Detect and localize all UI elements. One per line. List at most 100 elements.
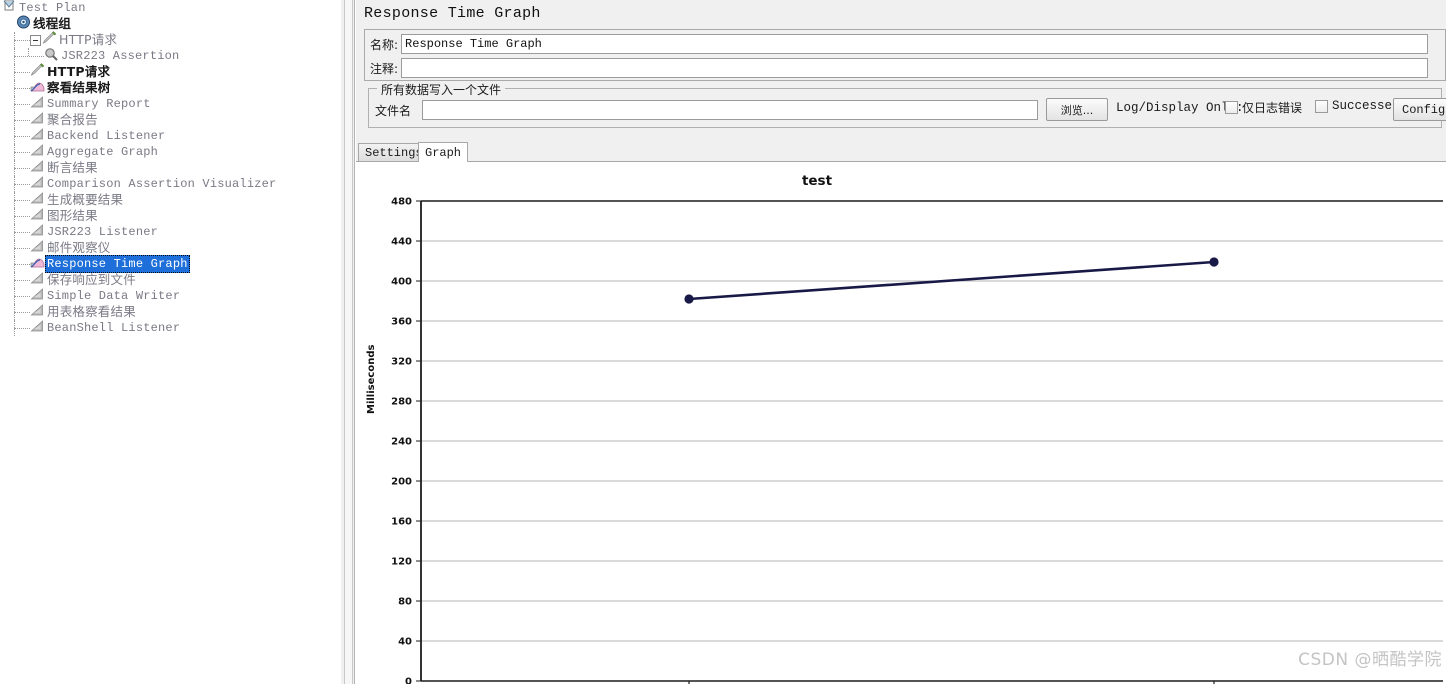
svg-text:480: 480 xyxy=(391,197,412,208)
tree-node-label: JSR223 Assertion xyxy=(61,49,180,63)
tree-indent xyxy=(0,240,30,256)
tree-indent xyxy=(0,64,30,80)
comment-row: 注释: xyxy=(365,56,1445,80)
successes-checkbox[interactable]: Successes xyxy=(1315,99,1400,113)
tree-node-label: Response Time Graph xyxy=(45,255,190,273)
checkbox-box-icon[interactable] xyxy=(1315,99,1328,113)
tree-node[interactable]: 聚合报告 xyxy=(0,111,340,128)
tree-indent xyxy=(0,80,30,96)
tree-node[interactable]: 图形结果 xyxy=(0,207,340,224)
tree-node[interactable]: 察看结果树 xyxy=(0,80,340,96)
filename-label: 文件名 xyxy=(375,104,412,118)
tree-indent xyxy=(0,272,30,288)
tree-node-label: BeanShell Listener xyxy=(47,321,181,335)
svg-text:200: 200 xyxy=(391,477,412,488)
svg-text:320: 320 xyxy=(391,357,412,368)
tree-node[interactable]: Backend Listener xyxy=(0,127,340,144)
tree-indent xyxy=(0,288,30,304)
tree-node[interactable]: 邮件观察仪 xyxy=(0,239,340,256)
comment-label: 注释: xyxy=(370,61,399,76)
tree-indent xyxy=(0,96,30,112)
filename-input[interactable] xyxy=(422,100,1038,120)
tree-node[interactable]: Simple Data Writer xyxy=(0,287,340,304)
tree-scrollbar-track[interactable] xyxy=(344,0,353,684)
tree-indent xyxy=(0,256,30,272)
test-plan-tree[interactable]: Test Plan 线程组 HTTP请求 JSR223 Assertion HTTP请求… xyxy=(0,0,340,684)
tree-node-label: 图形结果 xyxy=(47,208,98,223)
tree-node[interactable]: JSR223 Assertion xyxy=(0,47,340,66)
tab-graph[interactable]: Graph xyxy=(418,142,469,162)
tree-node-label: HTTP请求 xyxy=(59,32,118,47)
page-title: Response Time Graph xyxy=(364,5,541,22)
tree-node[interactable]: HTTP请求 xyxy=(0,62,340,80)
name-label: 名称: xyxy=(370,37,399,52)
tree-node-label: JSR223 Listener xyxy=(47,225,159,239)
tree-node-label: Comparison Assertion Visualizer xyxy=(47,177,277,191)
tree-node-label: 邮件观察仪 xyxy=(47,240,111,255)
successes-label: Successes xyxy=(1332,99,1400,113)
tree-indent xyxy=(0,176,30,192)
configure-button[interactable]: Configur xyxy=(1393,98,1446,121)
tree-node[interactable]: Test Plan xyxy=(0,0,340,16)
tab-bar: Settings Graph xyxy=(358,142,1446,162)
tree-node-label: 用表格察看结果 xyxy=(47,304,136,319)
tree-node[interactable]: 断言结果 xyxy=(0,159,340,176)
tree-node-label: 保存响应到文件 xyxy=(47,272,136,287)
comment-input[interactable] xyxy=(401,58,1429,78)
tree-node-label: 聚合报告 xyxy=(47,112,98,127)
name-comment-block: 名称: Response Time Graph 注释: xyxy=(364,29,1446,81)
panel-divider[interactable] xyxy=(340,0,355,684)
tree-indent xyxy=(0,192,30,208)
tree-node-label: Summary Report xyxy=(47,97,151,111)
tree-node[interactable]: 用表格察看结果 xyxy=(0,303,340,320)
svg-text:120: 120 xyxy=(391,557,412,568)
csdn-watermark: CSDN @晒酷学院 xyxy=(1298,650,1442,670)
browse-button[interactable]: 浏览... xyxy=(1046,98,1108,121)
tree-node-label: 察看结果树 xyxy=(47,80,111,95)
thread-group-icon xyxy=(16,15,31,34)
test-plan-icon xyxy=(2,0,17,18)
tree-indent xyxy=(0,128,30,144)
svg-text:40: 40 xyxy=(398,637,412,648)
tree-indent xyxy=(0,32,30,48)
errors-only-checkbox[interactable]: 仅日志错误 xyxy=(1225,99,1302,116)
svg-text:400: 400 xyxy=(391,277,412,288)
tree-expander-icon[interactable] xyxy=(30,34,41,46)
chart-plot: 0 40 80 120 160 200 240 280 320 360 400 440 480 xyxy=(391,197,1443,684)
tree-indent xyxy=(0,160,30,176)
tree-indent xyxy=(0,224,30,240)
tree-indent xyxy=(0,320,30,336)
svg-text:160: 160 xyxy=(391,517,412,528)
tree-indent xyxy=(0,112,30,128)
tree-node-label: Aggregate Graph xyxy=(47,145,159,159)
tree-indent xyxy=(0,208,30,224)
svg-text:280: 280 xyxy=(391,397,412,408)
write-all-data-group: 所有数据写入一个文件 文件名 浏览... Log/Display Only: 仅… xyxy=(368,81,1446,128)
svg-text:440: 440 xyxy=(391,237,412,248)
tree-node-label: 断言结果 xyxy=(47,160,98,175)
svg-text:0: 0 xyxy=(405,677,412,684)
svg-text:360: 360 xyxy=(391,317,412,328)
tree-node-label: HTTP请求 xyxy=(47,64,111,79)
tree-node[interactable]: BeanShell Listener xyxy=(0,319,340,336)
svg-text:80: 80 xyxy=(398,597,412,608)
tree-node[interactable]: JSR223 Listener xyxy=(0,223,340,240)
errors-only-label: 仅日志错误 xyxy=(1242,101,1303,115)
name-row: 名称: Response Time Graph xyxy=(365,32,1445,56)
tree-indent xyxy=(0,144,30,160)
tree-node[interactable]: Summary Report xyxy=(0,95,340,112)
tree-node[interactable]: Response Time Graph xyxy=(0,255,340,273)
assertion-icon xyxy=(44,47,59,66)
jmeter-window: Test Plan 线程组 HTTP请求 JSR223 Assertion HTTP请求… xyxy=(0,0,1446,684)
tree-node[interactable]: Aggregate Graph xyxy=(0,143,340,160)
name-input[interactable]: Response Time Graph xyxy=(401,34,1429,54)
svg-text:240: 240 xyxy=(391,437,412,448)
tree-node-label: Backend Listener xyxy=(47,129,166,143)
tree-node[interactable]: Comparison Assertion Visualizer xyxy=(0,175,340,192)
tree-node[interactable]: 生成概要结果 xyxy=(0,191,340,208)
checkbox-box-icon[interactable] xyxy=(1225,101,1238,114)
tree-node-label: Simple Data Writer xyxy=(47,289,181,303)
tree-node[interactable]: 保存响应到文件 xyxy=(0,271,340,288)
element-config-panel: Response Time Graph 名称: Response Time Gr… xyxy=(356,0,1446,684)
